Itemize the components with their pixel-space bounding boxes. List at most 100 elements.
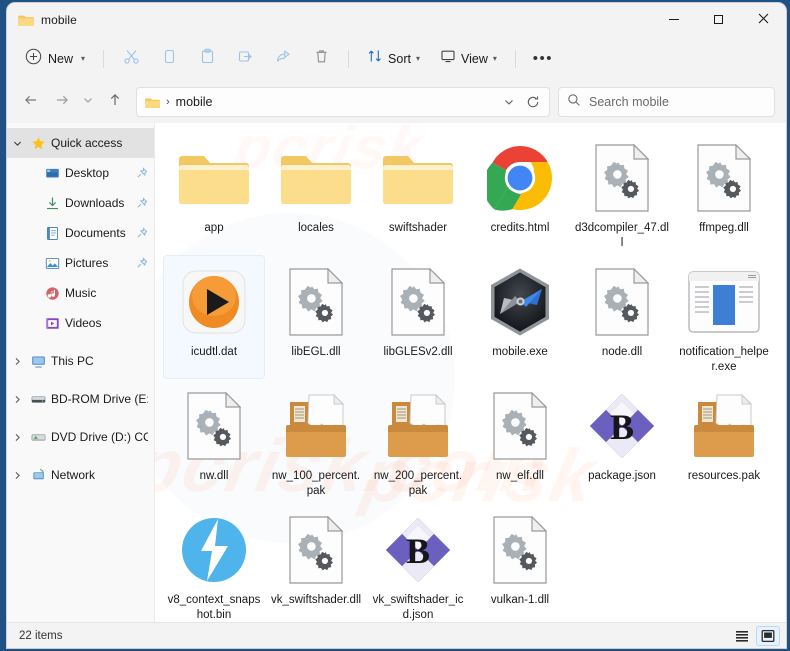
dll-gears-icon — [278, 512, 354, 588]
file-item[interactable]: d3dcompiler_47.dll — [571, 131, 673, 255]
network-icon — [27, 468, 49, 483]
file-name: v8_context_snapshot.bin — [167, 594, 261, 621]
new-button[interactable]: New ▾ — [19, 44, 94, 74]
up-button[interactable] — [99, 87, 130, 118]
file-name: libEGL.dll — [291, 346, 341, 358]
minimize-button[interactable] — [651, 3, 696, 36]
close-button[interactable] — [741, 3, 786, 36]
bdrom-drive-icon — [27, 392, 49, 407]
sidebar-item-quick-access[interactable]: Quick access — [7, 128, 154, 158]
file-explorer-window: mobile New ▾ Sort ▾ View ▾ ••• › mobile … — [7, 3, 786, 648]
sidebar-item-label: Documents — [65, 226, 126, 240]
file-item[interactable]: vulkan-1.dll — [469, 503, 571, 622]
sidebar-item-label: Music — [65, 286, 97, 300]
chevron-right-icon[interactable] — [7, 471, 27, 480]
maximize-icon — [714, 15, 723, 24]
forward-button[interactable] — [46, 87, 77, 118]
sidebar-item-dvd-drive[interactable]: DVD Drive (D:) CCCC — [7, 422, 154, 452]
file-item[interactable]: nw.dll — [163, 379, 265, 503]
file-item[interactable]: nw_200_percent.pak — [367, 379, 469, 503]
file-item[interactable]: notification_helper.exe — [673, 255, 775, 379]
list-view-button[interactable] — [730, 626, 754, 646]
sidebar-item-pictures[interactable]: Pictures — [7, 248, 154, 278]
back-button[interactable] — [15, 87, 46, 118]
dll-gears-icon — [380, 264, 456, 340]
file-item[interactable]: B package.json — [571, 379, 673, 503]
file-item[interactable]: nw_elf.dll — [469, 379, 571, 503]
pin-icon[interactable] — [132, 167, 148, 179]
file-item[interactable]: nw_100_percent.pak — [265, 379, 367, 503]
file-item[interactable]: libEGL.dll — [265, 255, 367, 379]
sidebar-item-desktop[interactable]: Desktop — [7, 158, 154, 188]
svg-text:B: B — [610, 407, 634, 447]
file-item[interactable]: resources.pak — [673, 379, 775, 503]
sidebar-item-network[interactable]: Network — [7, 460, 154, 490]
file-name: ffmpeg.dll — [699, 222, 749, 234]
ellipsis-icon: ••• — [532, 50, 553, 67]
pin-icon[interactable] — [132, 197, 148, 209]
breadcrumb-dropdown-button[interactable] — [497, 90, 521, 114]
file-item[interactable]: vk_swiftshader.dll — [265, 503, 367, 622]
paste-button[interactable] — [189, 43, 225, 75]
toolbar-divider — [103, 49, 105, 68]
dvd-drive-icon — [27, 430, 49, 445]
file-item[interactable]: locales — [265, 131, 367, 255]
file-list-pane[interactable]: pcrisk.com pcrisk pcrisk app locales swi… — [155, 123, 786, 622]
refresh-button[interactable] — [521, 90, 545, 114]
compass-hex-icon — [482, 264, 558, 340]
pak-box-icon — [686, 388, 762, 464]
refresh-icon — [527, 96, 539, 108]
sidebar-item-this-pc[interactable]: This PC — [7, 346, 154, 376]
chevron-right-icon[interactable] — [7, 357, 27, 366]
svg-text:B: B — [406, 531, 430, 571]
sidebar-item-downloads[interactable]: Downloads — [7, 188, 154, 218]
window-app-icon — [686, 264, 762, 340]
pin-icon[interactable] — [132, 227, 148, 239]
search-input[interactable]: Search mobile — [558, 87, 775, 117]
share-button[interactable] — [265, 43, 301, 75]
chevron-down-icon[interactable] — [7, 139, 27, 148]
brackets-b-icon: B — [380, 512, 456, 588]
arrow-right-icon — [54, 92, 70, 113]
sidebar-item-label: BD-ROM Drive (E:) C — [51, 392, 148, 406]
file-item[interactable]: swiftshader — [367, 131, 469, 255]
chevron-down-icon: ▾ — [81, 54, 86, 63]
brackets-b-icon: B — [584, 388, 660, 464]
tile-view-button[interactable] — [756, 625, 780, 646]
sidebar-item-bdrom-drive[interactable]: BD-ROM Drive (E:) C — [7, 384, 154, 414]
pin-icon[interactable] — [132, 257, 148, 269]
dll-gears-icon — [482, 512, 558, 588]
status-bar: 22 items — [7, 622, 786, 648]
file-item[interactable]: ffmpeg.dll — [673, 131, 775, 255]
sort-button[interactable]: Sort ▾ — [358, 43, 429, 75]
chevron-right-icon[interactable] — [7, 433, 27, 442]
sidebar-item-documents[interactable]: Documents — [7, 218, 154, 248]
file-item[interactable]: credits.html — [469, 131, 571, 255]
window-title: mobile — [41, 12, 77, 27]
chevron-right-icon[interactable] — [7, 395, 27, 404]
rename-button[interactable] — [227, 43, 263, 75]
breadcrumb[interactable]: › mobile — [136, 87, 550, 117]
delete-button[interactable] — [303, 43, 339, 75]
file-item[interactable]: mobile.exe — [469, 255, 571, 379]
view-button[interactable]: View ▾ — [431, 43, 506, 75]
scissors-icon — [123, 48, 140, 70]
recent-locations-button[interactable] — [77, 87, 99, 118]
cut-button[interactable] — [113, 43, 149, 75]
file-item[interactable]: app — [163, 131, 265, 255]
sidebar-item-music[interactable]: Music — [7, 278, 154, 308]
file-item[interactable]: v8_context_snapshot.bin — [163, 503, 265, 622]
sidebar-item-videos[interactable]: Videos — [7, 308, 154, 338]
copy-button[interactable] — [151, 43, 187, 75]
see-more-button[interactable]: ••• — [525, 43, 561, 75]
tile-view-icon — [761, 629, 775, 642]
file-name: credits.html — [490, 222, 550, 234]
file-name: locales — [298, 222, 334, 234]
file-name: app — [204, 222, 224, 234]
file-item[interactable]: node.dll — [571, 255, 673, 379]
maximize-button[interactable] — [696, 3, 741, 36]
file-item[interactable]: icudtl.dat — [163, 255, 265, 379]
file-item[interactable]: B vk_swiftshader_icd.json — [367, 503, 469, 622]
file-item[interactable]: libGLESv2.dll — [367, 255, 469, 379]
close-icon — [758, 11, 769, 29]
